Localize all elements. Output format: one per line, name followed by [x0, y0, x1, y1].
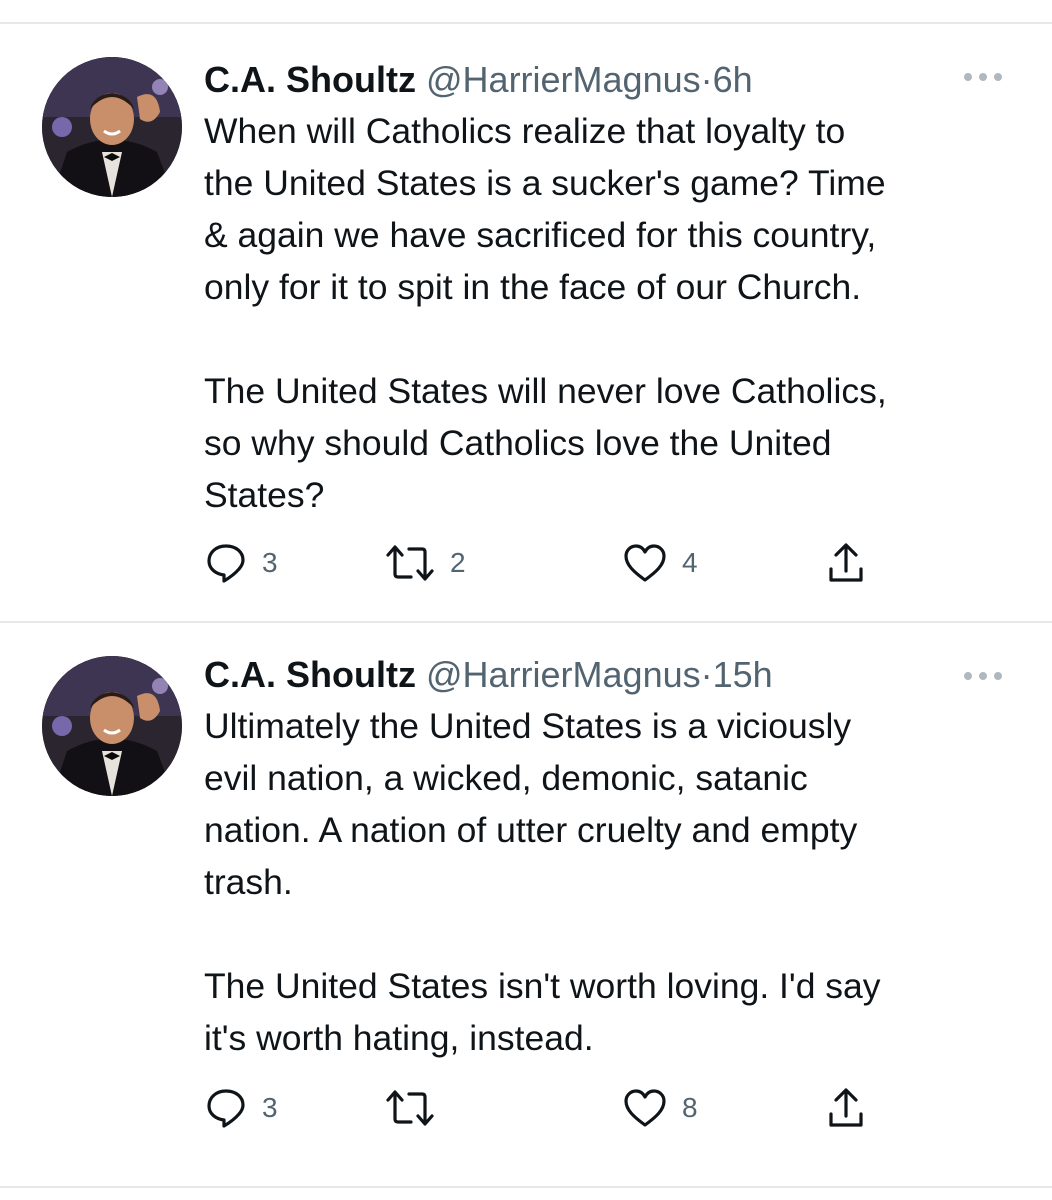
avatar[interactable] — [42, 57, 182, 197]
reply-count: 3 — [262, 547, 278, 578]
tweet-text: Ultimately the United States is a viciou… — [204, 700, 1004, 1064]
tweet-header: C.A. Shoultz @HarrierMagnus·15h — [204, 650, 773, 700]
retweet-icon — [386, 1090, 434, 1126]
reply-icon — [207, 544, 245, 583]
heart-icon — [624, 544, 666, 582]
timestamp[interactable]: 6h — [713, 59, 753, 100]
retweet-button[interactable]: 2 — [384, 539, 466, 587]
reply-button[interactable]: 3 — [204, 539, 278, 587]
like-button[interactable]: 4 — [622, 539, 698, 587]
reply-icon — [207, 1089, 245, 1128]
more-icon — [964, 73, 1002, 81]
retweet-icon — [386, 545, 434, 581]
share-icon — [829, 543, 863, 582]
like-count: 8 — [682, 1092, 698, 1123]
separator-dot: · — [700, 59, 713, 100]
tweet-header: C.A. Shoultz @HarrierMagnus·6h — [204, 55, 753, 105]
tweet-paragraph: When will Catholics realize that loyalty… — [204, 111, 886, 307]
tweet-paragraph: The United States isn't worth loving. I'… — [204, 966, 881, 1058]
reply-count: 3 — [262, 1092, 278, 1123]
tweet[interactable]: C.A. Shoultz @HarrierMagnus·6h When will… — [0, 55, 1052, 615]
author-name[interactable]: C.A. Shoultz — [204, 59, 416, 100]
tweet-text: When will Catholics realize that loyalty… — [204, 105, 1004, 521]
tweet-paragraph: Ultimately the United States is a viciou… — [204, 706, 858, 902]
retweet-button[interactable] — [384, 1084, 450, 1132]
tweet-actions: 3 8 — [204, 1084, 884, 1132]
tweet-paragraph: The United States will never love Cathol… — [204, 371, 887, 515]
tweet-divider — [0, 621, 1052, 623]
bottom-divider — [0, 1186, 1052, 1188]
like-count: 4 — [682, 547, 698, 578]
more-options-button[interactable] — [958, 65, 1008, 89]
share-icon — [829, 1088, 863, 1127]
avatar[interactable] — [42, 656, 182, 796]
timestamp[interactable]: 15h — [713, 654, 773, 695]
reply-button[interactable]: 3 — [204, 1084, 278, 1132]
author-name[interactable]: C.A. Shoultz — [204, 654, 416, 695]
author-handle[interactable]: @HarrierMagnus — [426, 654, 701, 695]
like-button[interactable]: 8 — [622, 1084, 698, 1132]
author-handle[interactable]: @HarrierMagnus — [426, 59, 701, 100]
retweet-count: 2 — [450, 547, 466, 578]
heart-icon — [624, 1089, 666, 1127]
top-divider — [0, 22, 1052, 24]
tweet-actions: 3 2 4 — [204, 539, 884, 587]
tweet[interactable]: C.A. Shoultz @HarrierMagnus·15h Ultimate… — [0, 650, 1052, 1150]
share-button[interactable] — [824, 1084, 868, 1132]
separator-dot: · — [700, 654, 713, 695]
more-options-button[interactable] — [958, 664, 1008, 688]
more-icon — [964, 672, 1002, 680]
share-button[interactable] — [824, 539, 868, 587]
